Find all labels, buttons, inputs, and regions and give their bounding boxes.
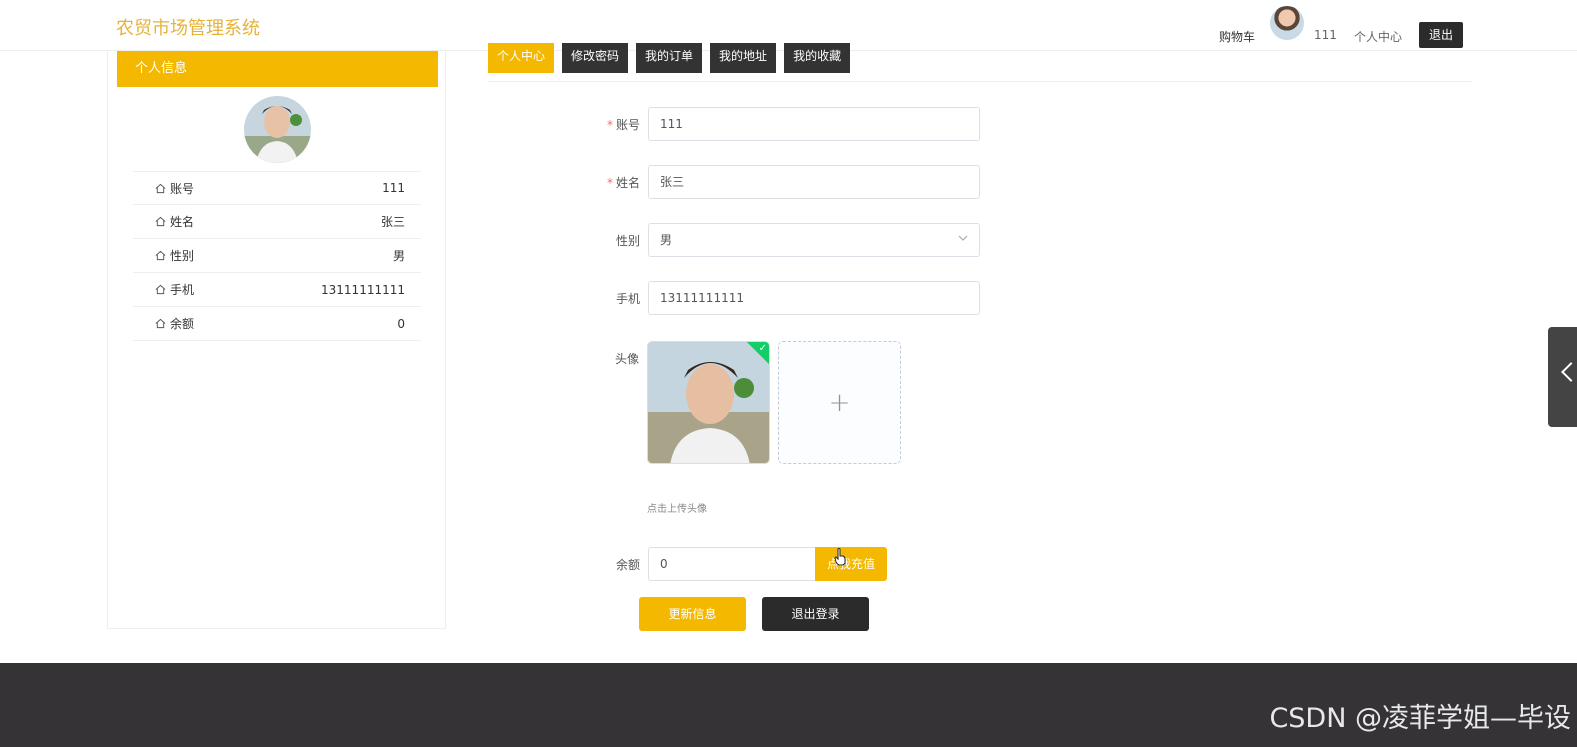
info-row-phone: 手机 13111111111 [133,273,421,307]
gender-select[interactable]: 男 [648,223,980,257]
upload-plus-button[interactable]: + [778,341,901,464]
info-value: 张三 [380,215,405,229]
gender-label: 性别 [615,233,640,248]
upload-tip: 点击上传头像 [647,504,707,515]
cart-link[interactable]: 购物车 [1219,28,1255,45]
watermark: CSDN @凌菲学姐—毕设 [1269,703,1571,734]
chevron-down-icon [958,235,968,241]
info-label: 性别 [170,249,195,263]
update-info-button[interactable]: 更新信息 [639,597,746,631]
home-icon [155,284,166,295]
tab-my-orders[interactable]: 我的订单 [636,43,703,73]
balance-label: 余额 [615,557,640,572]
info-value: 111 [382,181,405,195]
info-row-gender: 性别 男 [133,239,421,273]
required-mark: * [606,117,613,132]
site-logo[interactable]: 农贸市场管理系统 [116,14,260,40]
home-icon [155,183,166,193]
home-icon [155,318,166,329]
gender-row: 性别 男 [600,223,980,257]
gender-value: 男 [660,233,673,247]
avatar-photo [244,96,311,163]
info-row-name: 姓名 张三 [133,205,421,239]
avatar-label: 头像 [615,352,640,366]
side-drawer-toggle[interactable] [1548,327,1577,427]
uploaded-avatar[interactable]: ✓ [647,341,770,464]
profile-avatar [244,96,311,163]
panel-title: 个人信息 [117,51,438,87]
info-label: 姓名 [170,215,195,229]
info-label: 余额 [170,317,195,331]
home-icon [155,216,166,227]
logout-account-button[interactable]: 退出登录 [762,597,869,631]
check-icon: ✓ [758,343,767,354]
user-avatar[interactable] [1270,6,1304,40]
avatar-photo [648,342,769,463]
personal-center-link[interactable]: 个人中心 [1354,28,1402,45]
home-icon [155,250,166,261]
info-label: 手机 [170,283,195,297]
info-row-balance: 余额 0 [133,307,421,341]
info-value: 男 [392,249,405,263]
required-mark: * [606,175,613,190]
info-value: 0 [397,316,405,331]
avatar-upload: ✓ + [647,341,901,464]
tab-my-favorites[interactable]: 我的收藏 [784,43,851,73]
recharge-button[interactable]: 点我充值 [815,547,887,581]
account-input[interactable]: 111 [648,107,980,141]
name-label: 姓名 [615,175,640,190]
chevron-left-icon [1561,362,1577,382]
personal-info-panel: 个人信息 账号 111 姓名 张三 性别 男 手机 13111111111 余额 [107,51,446,629]
account-row: * 账号 111 [600,107,980,141]
account-label: 账号 [615,117,640,132]
info-row-account: 账号 111 [133,171,421,205]
balance-input[interactable]: 0 [648,547,815,581]
info-value: 13111111111 [321,282,405,297]
tab-personal-center[interactable]: 个人中心 [488,43,555,73]
name-row: * 姓名 张三 [600,165,980,199]
phone-input[interactable]: 13111111111 [648,281,980,315]
info-list: 账号 111 姓名 张三 性别 男 手机 13111111111 余额 0 [133,171,421,341]
phone-row: 手机 13111111111 [600,281,980,315]
footer: CSDN @凌菲学姐—毕设 [0,663,1577,747]
tab-change-password[interactable]: 修改密码 [562,43,629,73]
hand-cursor-icon [834,548,846,566]
username: 111 [1314,28,1337,42]
tab-my-address[interactable]: 我的地址 [710,43,777,73]
tabs-divider [488,81,1472,82]
info-label: 账号 [170,181,195,196]
center-tabs: 个人中心 修改密码 我的订单 我的地址 我的收藏 [488,43,851,73]
phone-label: 手机 [615,291,640,306]
name-input[interactable]: 张三 [648,165,980,199]
logout-button[interactable]: 退出 [1419,22,1463,48]
